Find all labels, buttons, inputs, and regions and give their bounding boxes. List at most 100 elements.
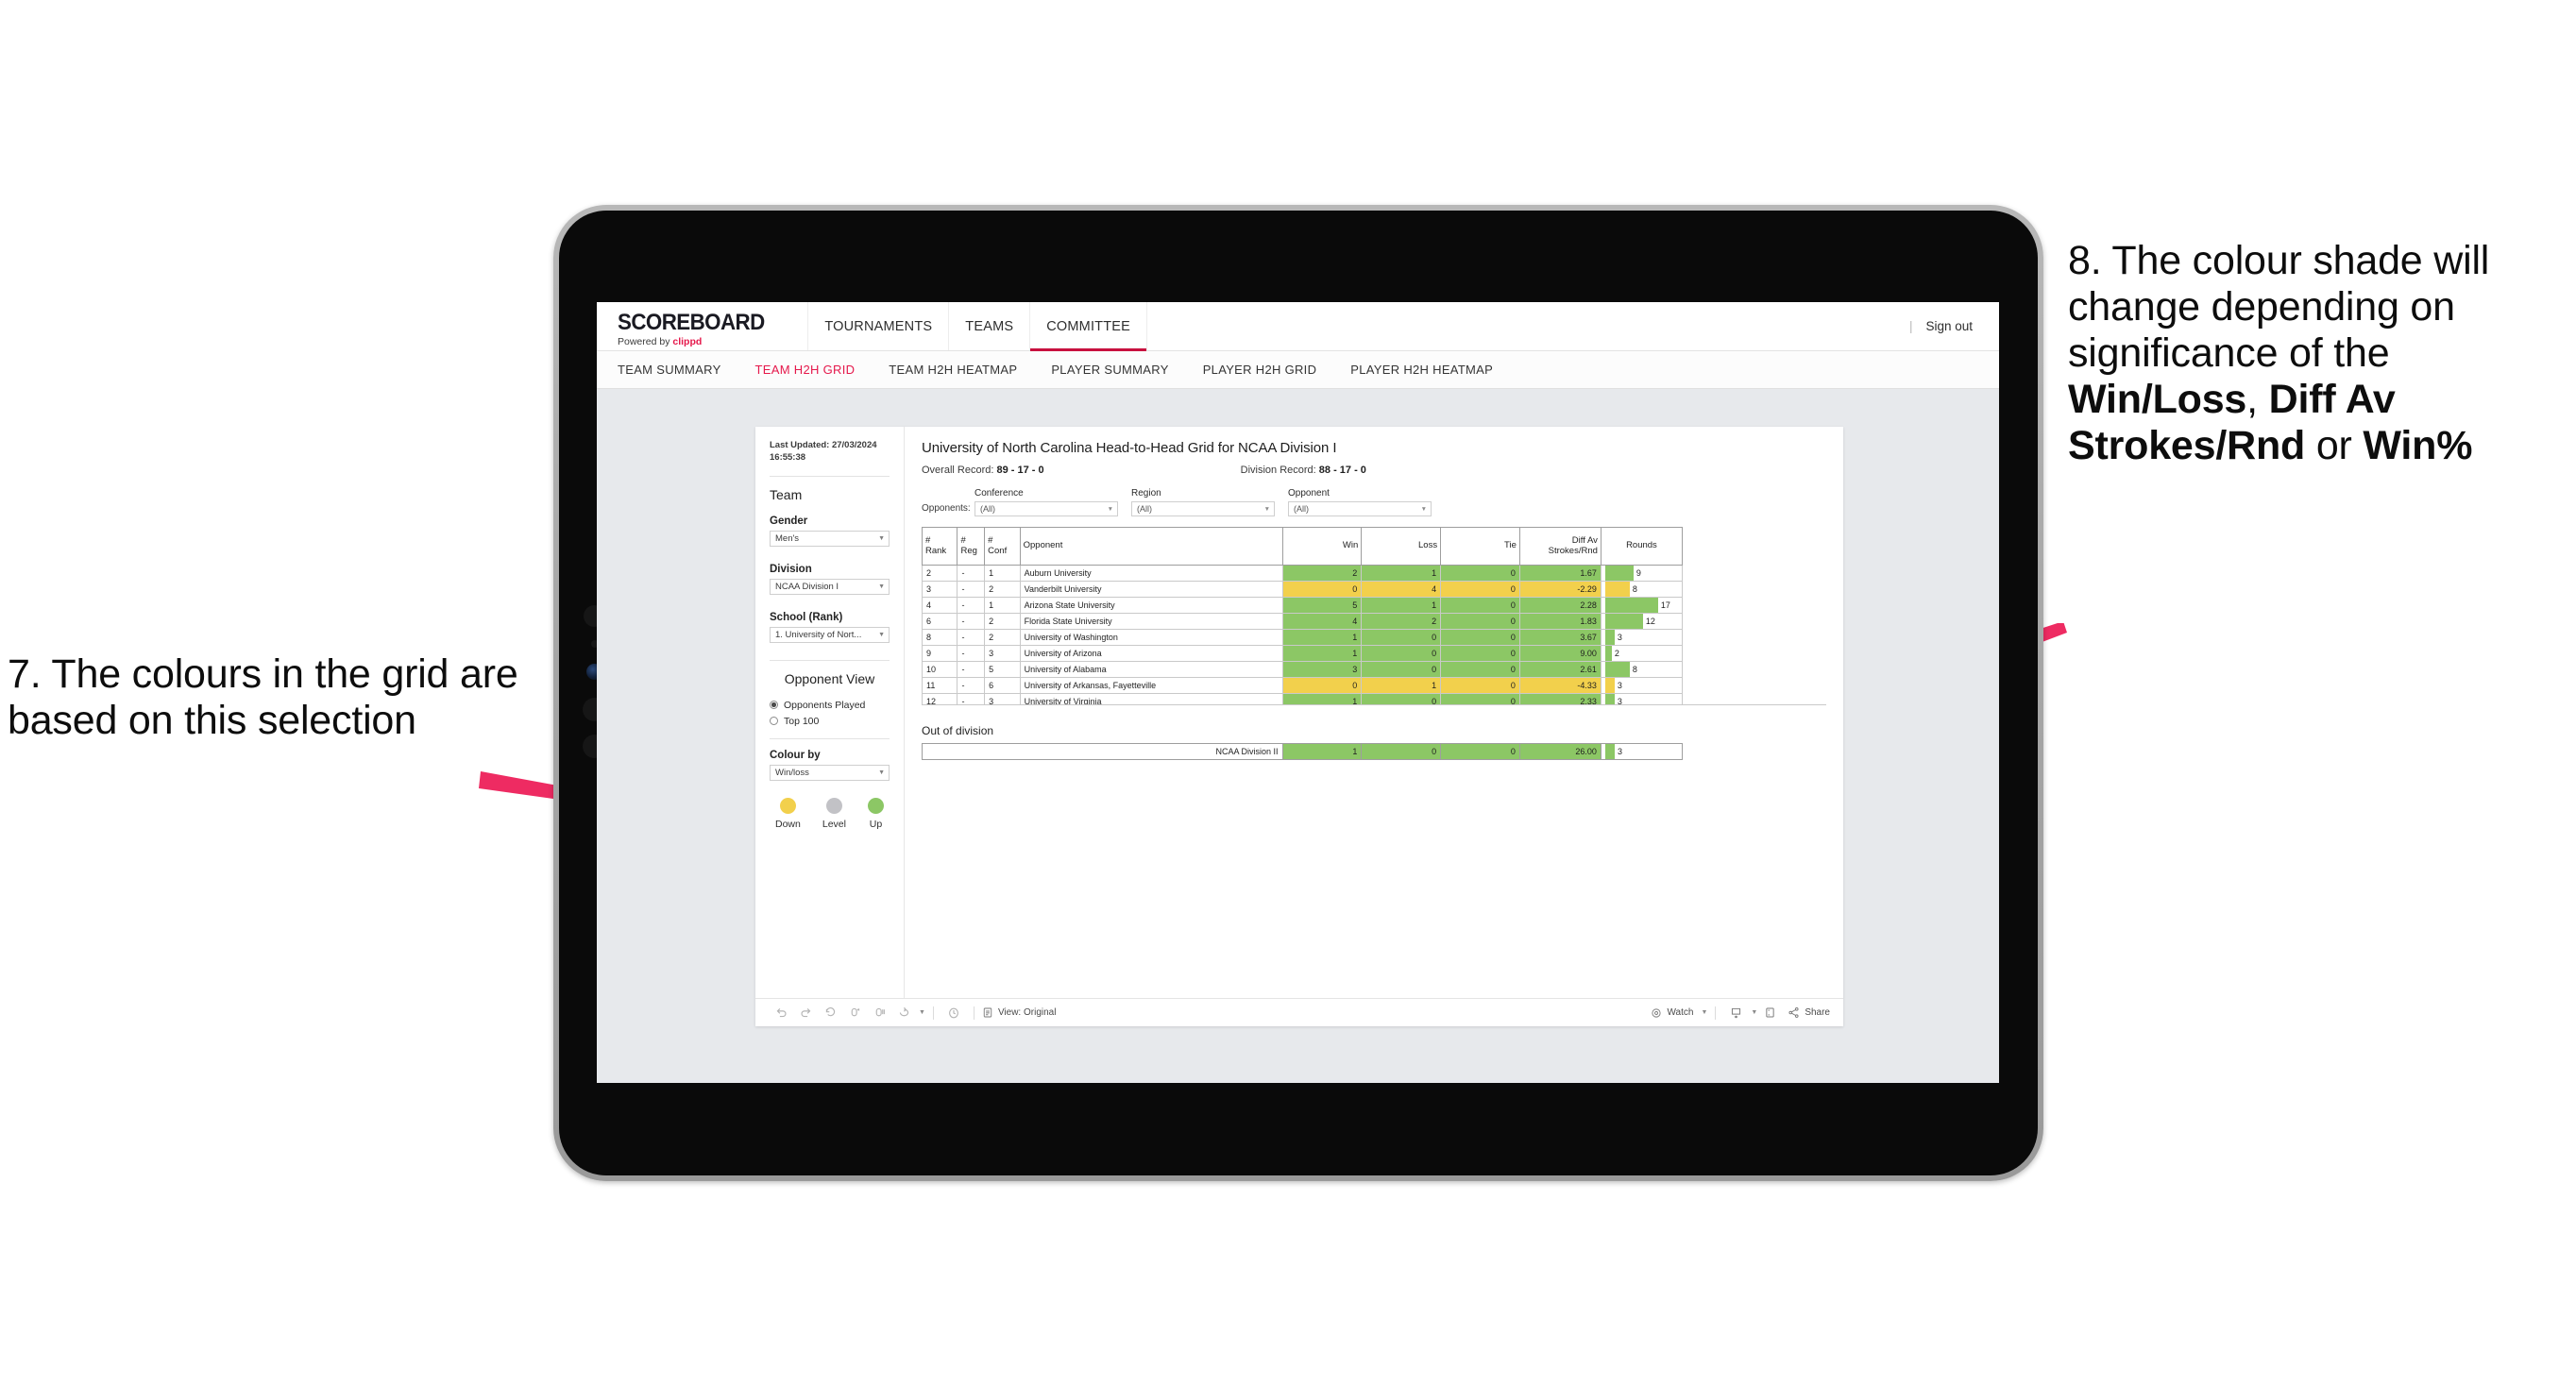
table-row[interactable]: 10-5 University of Alabama 3 0 0 2.61 8 (922, 661, 1684, 678)
cell-ood-win: 1 (1281, 743, 1363, 760)
workspace: Last Updated: 27/03/2024 16:55:38 Team G… (597, 389, 1999, 1083)
refresh-icon[interactable] (842, 1003, 867, 1023)
chevron-down-icon[interactable]: ▼ (1751, 1009, 1757, 1016)
rounds-bar (1604, 744, 1615, 759)
logo-tagline: Powered by clippd (618, 337, 775, 347)
subnav-player-summary[interactable]: PLAYER SUMMARY (1034, 363, 1185, 377)
school-select[interactable]: 1. University of Nort... ▼ (770, 626, 890, 643)
filter-opponent-select[interactable]: (All) ▼ (1288, 501, 1432, 516)
swap-icon[interactable] (891, 1003, 916, 1023)
record-row: Overall Record: 89 - 17 - 0 Division Rec… (922, 465, 1826, 476)
chevron-down-icon: ▼ (878, 534, 885, 542)
table-row[interactable]: 12-3 University of Virginia 1 0 0 2.33 3 (922, 693, 1684, 704)
legend-dot-down (779, 797, 796, 814)
legend-item-down: Down (775, 797, 801, 830)
clock-icon[interactable] (941, 1003, 966, 1023)
radio-opponents-played[interactable]: Opponents Played (770, 700, 890, 711)
subnav-team-h2h-heatmap[interactable]: TEAM H2H HEATMAP (872, 363, 1034, 377)
col-header-diff[interactable]: Diff Av Strokes/Rnd (1518, 527, 1602, 566)
tablet-screen: SCOREBOARD Powered by clippd TOURNAMENTS… (597, 302, 1999, 1083)
col-header-conf-line1: # (988, 534, 993, 546)
colour-by-select[interactable]: Win/loss ▼ (770, 764, 890, 781)
cell-loss: 0 (1361, 693, 1442, 704)
cell-loss: 1 (1361, 597, 1442, 614)
cell-diff: 2.61 (1518, 661, 1602, 678)
opponent-filters: Opponents: Conference (All) ▼ Region (Al… (922, 488, 1826, 516)
share-button[interactable]: Share (1788, 1006, 1830, 1019)
rounds-bar (1604, 566, 1634, 581)
header-divider: | (1908, 319, 1913, 333)
nav-tab-committee[interactable]: COMMITTEE (1029, 302, 1148, 351)
cell-win: 4 (1281, 613, 1363, 630)
cell-rank: 10 (922, 661, 958, 678)
table-row[interactable]: 6-2 Florida State University 4 2 0 1.83 12 (922, 613, 1684, 630)
rounds-bar-chart: 8 (1604, 582, 1678, 597)
col-header-loss[interactable]: Loss (1361, 527, 1442, 566)
rounds-bar-chart: 3 (1604, 694, 1678, 704)
table-row[interactable]: 9-3 University of Arizona 1 0 0 9.00 2 (922, 645, 1684, 662)
col-header-tie[interactable]: Tie (1440, 527, 1520, 566)
cell-ood-opponent: NCAA Division II (922, 743, 1283, 760)
col-header-rounds[interactable]: Rounds (1600, 527, 1684, 566)
col-header-reg[interactable]: # Reg (957, 527, 986, 566)
redo-icon[interactable] (793, 1003, 818, 1023)
cell-conf: 2 (984, 581, 1021, 598)
undo-icon[interactable] (769, 1003, 793, 1023)
radio-top-100-label: Top 100 (784, 715, 820, 727)
nav-tab-tournaments[interactable]: TOURNAMENTS (807, 302, 948, 350)
table-row[interactable]: 11-6 University of Arkansas, Fayetteville… (922, 677, 1684, 694)
subnav-team-summary[interactable]: TEAM SUMMARY (618, 363, 738, 377)
cell-rank: 11 (922, 677, 958, 694)
rounds-bar-chart: 3 (1604, 678, 1678, 693)
sign-out-link[interactable]: Sign out (1925, 319, 1973, 333)
rounds-value: 8 (1632, 665, 1637, 674)
filter-region-select[interactable]: (All) ▼ (1131, 501, 1275, 516)
download-icon[interactable] (1723, 1003, 1748, 1023)
rounds-bar (1604, 598, 1658, 613)
fullscreen-icon[interactable] (1757, 1003, 1782, 1023)
col-header-opponent[interactable]: Opponent (1019, 527, 1283, 566)
table-scroll-area[interactable]: 2-1 Auburn University 2 1 0 1.67 9 3-2 Vanderbil… (922, 566, 1826, 705)
cell-diff: 2.33 (1518, 693, 1602, 704)
col-header-rank[interactable]: # Rank (921, 527, 958, 566)
pause-icon[interactable] (867, 1003, 891, 1023)
viz-card: Last Updated: 27/03/2024 16:55:38 Team G… (755, 427, 1843, 1026)
rounds-bar-chart: 2 (1604, 646, 1678, 661)
subnav-player-h2h-grid[interactable]: PLAYER H2H GRID (1186, 363, 1334, 377)
subnav-player-h2h-heatmap[interactable]: PLAYER H2H HEATMAP (1333, 363, 1510, 377)
cell-reg: - (957, 677, 986, 694)
rounds-value: 3 (1617, 681, 1622, 690)
watch-button[interactable]: Watch ▼ (1651, 1007, 1707, 1019)
app-logo[interactable]: SCOREBOARD Powered by clippd (597, 302, 790, 350)
revert-icon[interactable] (818, 1003, 842, 1023)
nav-tab-teams[interactable]: TEAMS (948, 302, 1029, 350)
annotation-right-part-5: Win% (2363, 423, 2473, 469)
table-row[interactable]: 2-1 Auburn University 2 1 0 1.67 9 (922, 566, 1684, 582)
view-original-button[interactable]: View: Original (982, 1006, 1056, 1019)
cell-rounds: 8 (1600, 581, 1684, 598)
col-header-win[interactable]: Win (1281, 527, 1363, 566)
subnav-team-h2h-grid[interactable]: TEAM H2H GRID (738, 363, 873, 377)
filter-conference-select[interactable]: (All) ▼ (974, 501, 1118, 516)
cell-tie: 0 (1440, 645, 1520, 662)
table-row[interactable]: 4-1 Arizona State University 5 1 0 2.28 17 (922, 597, 1684, 614)
radio-top-100[interactable]: Top 100 (770, 716, 890, 727)
cell-conf: 3 (984, 693, 1021, 704)
division-select[interactable]: NCAA Division I ▼ (770, 578, 890, 595)
legend-label-up: Up (869, 818, 883, 830)
out-of-division-row[interactable]: NCAA Division II 1 0 0 26.00 3 (922, 743, 1684, 760)
cell-rounds: 3 (1600, 629, 1684, 646)
table-row[interactable]: 8-2 University of Washington 1 0 0 3.67 3 (922, 629, 1684, 646)
logo-brand: clippd (672, 335, 703, 347)
cell-rounds: 17 (1600, 597, 1684, 614)
gender-select[interactable]: Men's ▼ (770, 530, 890, 547)
chevron-down-icon[interactable]: ▼ (919, 1009, 925, 1016)
cell-win: 1 (1281, 629, 1363, 646)
cell-tie: 0 (1440, 613, 1520, 630)
overall-record: Overall Record: 89 - 17 - 0 (922, 465, 1044, 476)
table-row[interactable]: 3-2 Vanderbilt University 0 4 0 -2.29 8 (922, 581, 1684, 598)
col-header-conf[interactable]: # Conf (984, 527, 1021, 566)
cell-tie: 0 (1440, 629, 1520, 646)
toolbar-divider-3 (1715, 1006, 1717, 1020)
sidebar-divider-1 (770, 475, 890, 477)
